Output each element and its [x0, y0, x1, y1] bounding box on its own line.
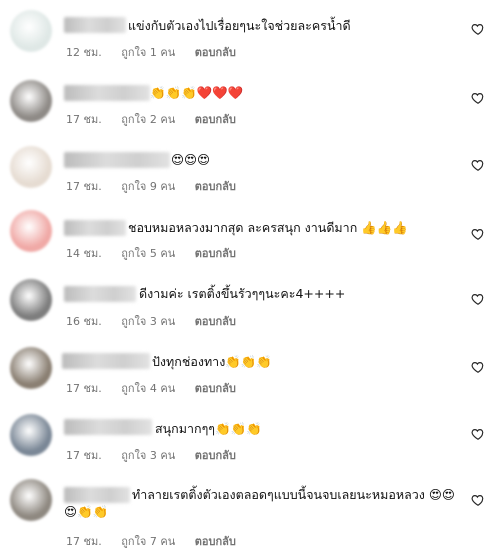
- reply-button[interactable]: ตอบกลับ: [195, 449, 236, 462]
- avatar[interactable]: [10, 210, 52, 252]
- reply-button[interactable]: ตอบกลับ: [195, 46, 236, 59]
- comment-meta: 16 ชม. ถูกใจ 3 คน ตอบกลับ: [66, 312, 252, 330]
- username-redacted[interactable]: [62, 353, 150, 369]
- heart-icon[interactable]: [471, 493, 485, 507]
- comment-meta: 17 ชม. ถูกใจ 2 คน ตอบกลับ: [66, 110, 252, 128]
- comment-item: สนุกมากๆๆ👏👏👏 17 ชม. ถูกใจ 3 คน ตอบกลับ: [0, 404, 497, 472]
- comment-item: ชอบหมอหลวงมากสุด ละครสนุก งานดีมาก 👍👍👍 1…: [0, 200, 497, 268]
- username-redacted[interactable]: [64, 152, 170, 168]
- heart-icon[interactable]: [471, 158, 485, 172]
- comment-meta: 17 ชม. ถูกใจ 3 คน ตอบกลับ: [66, 446, 252, 464]
- heart-icon[interactable]: [471, 91, 485, 105]
- avatar[interactable]: [10, 279, 52, 321]
- comment-item: ทำลายเรตติ้งตัวเองตลอดๆแบบนี้จนจบเลยนะหม…: [0, 472, 497, 557]
- comment-time: 17 ชม.: [66, 180, 102, 193]
- comment-time: 16 ชม.: [66, 315, 102, 328]
- avatar[interactable]: [10, 347, 52, 389]
- heart-icon[interactable]: [471, 292, 485, 306]
- comment-item: ปังทุกช่องทาง👏👏👏 17 ชม. ถูกใจ 4 คน ตอบกล…: [0, 336, 497, 404]
- reply-button[interactable]: ตอบกลับ: [195, 180, 236, 193]
- avatar[interactable]: [10, 146, 52, 188]
- like-count[interactable]: ถูกใจ 5 คน: [121, 247, 175, 260]
- reply-button[interactable]: ตอบกลับ: [195, 382, 236, 395]
- comment-time: 14 ชม.: [66, 247, 102, 260]
- like-count[interactable]: ถูกใจ 3 คน: [121, 315, 175, 328]
- like-count[interactable]: ถูกใจ 4 คน: [121, 382, 175, 395]
- avatar[interactable]: [10, 414, 52, 456]
- avatar[interactable]: [10, 10, 52, 52]
- reply-button[interactable]: ตอบกลับ: [195, 315, 236, 328]
- comment-text: แข่งกับตัวเองไปเรื่อยๆนะใจช่วยละครน้ำดี: [128, 18, 351, 33]
- comment-item: แข่งกับตัวเองไปเรื่อยๆนะใจช่วยละครน้ำดี …: [0, 0, 497, 68]
- username-redacted[interactable]: [64, 85, 150, 101]
- comment-time: 17 ชม.: [66, 113, 102, 126]
- like-count[interactable]: ถูกใจ 3 คน: [121, 449, 175, 462]
- like-count[interactable]: ถูกใจ 9 คน: [121, 180, 175, 193]
- like-count[interactable]: ถูกใจ 2 คน: [121, 113, 175, 126]
- comment-meta: 14 ชม. ถูกใจ 5 คน ตอบกลับ: [66, 244, 252, 262]
- username-redacted[interactable]: [64, 17, 126, 33]
- comment-text: สนุกมากๆๆ👏👏👏: [155, 421, 262, 436]
- heart-icon[interactable]: [471, 227, 485, 241]
- comment-text: ทำลายเรตติ้งตัวเองตลอดๆแบบนี้จนจบเลยนะหม…: [64, 487, 455, 519]
- comment-meta: 17 ชม. ถูกใจ 4 คน ตอบกลับ: [66, 379, 252, 397]
- like-count[interactable]: ถูกใจ 7 คน: [121, 535, 175, 548]
- comment-time: 17 ชม.: [66, 535, 102, 548]
- comment-meta: 17 ชม. ถูกใจ 7 คน ตอบกลับ: [66, 532, 252, 550]
- heart-icon[interactable]: [471, 427, 485, 441]
- comment-text: ปังทุกช่องทาง👏👏👏: [152, 354, 272, 369]
- comment-meta: 17 ชม. ถูกใจ 9 คน ตอบกลับ: [66, 177, 252, 195]
- like-count[interactable]: ถูกใจ 1 คน: [121, 46, 175, 59]
- comment-text: 👏👏👏❤️❤️❤️: [150, 85, 244, 100]
- heart-icon[interactable]: [471, 360, 485, 374]
- avatar[interactable]: [10, 80, 52, 122]
- comment-item: 😍😍😍 17 ชม. ถูกใจ 9 คน ตอบกลับ: [0, 134, 497, 200]
- comment-meta: 12 ชม. ถูกใจ 1 คน ตอบกลับ: [66, 43, 252, 61]
- comment-text: 😍😍😍: [171, 152, 211, 167]
- username-redacted[interactable]: [64, 220, 126, 236]
- reply-button[interactable]: ตอบกลับ: [195, 247, 236, 260]
- comment-text: ชอบหมอหลวงมากสุด ละครสนุก งานดีมาก 👍👍👍: [128, 220, 408, 235]
- comment-item: ดีงามค่ะ เรตติ้งขึ้นรัวๆๆนะคะ4++++ 16 ชม…: [0, 268, 497, 336]
- username-redacted[interactable]: [64, 286, 136, 302]
- heart-icon[interactable]: [471, 22, 485, 36]
- comment-time: 12 ชม.: [66, 46, 102, 59]
- comment-time: 17 ชม.: [66, 449, 102, 462]
- avatar[interactable]: [10, 479, 52, 521]
- reply-button[interactable]: ตอบกลับ: [195, 535, 236, 548]
- comment-time: 17 ชม.: [66, 382, 102, 395]
- reply-button[interactable]: ตอบกลับ: [195, 113, 236, 126]
- comment-text: ดีงามค่ะ เรตติ้งขึ้นรัวๆๆนะคะ4++++: [139, 286, 346, 301]
- username-redacted[interactable]: [64, 419, 152, 435]
- comment-item: 👏👏👏❤️❤️❤️ 17 ชม. ถูกใจ 2 คน ตอบกลับ: [0, 68, 497, 134]
